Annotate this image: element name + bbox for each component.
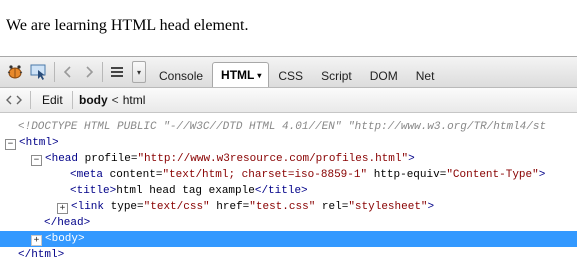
attr-value: "http://www.w3resource.com/profiles.html… (137, 153, 409, 165)
attr-value: "text/css" (143, 201, 210, 213)
attr-value: "test.css" (249, 201, 316, 213)
panel-tabs: Console HTML ▾ CSS Script DOM Net (150, 60, 443, 87)
tab-script[interactable]: Script (312, 65, 361, 87)
attr-name: type= (110, 201, 144, 213)
title-close-tag: </title> (254, 185, 308, 197)
head-open-tag: <head (45, 153, 79, 165)
chevron-down-icon[interactable]: ▾ (132, 61, 146, 83)
inspect-icon[interactable] (30, 63, 48, 81)
html-close-tag: </html> (18, 249, 65, 261)
tag-close: > (408, 153, 415, 165)
body-node[interactable]: + <body> (0, 231, 577, 247)
head-node[interactable]: − <head profile="http://www.w3resource.co… (31, 151, 415, 167)
html-node[interactable]: − <html> (5, 135, 59, 151)
title-open-tag: <title> (70, 185, 117, 197)
chevron-down-icon: ▾ (257, 71, 262, 80)
firebug-icon[interactable] (6, 63, 24, 81)
breadcrumb-item-body[interactable]: body (79, 93, 108, 107)
head-close-tag: </head> (44, 217, 91, 229)
title-node[interactable]: <title>html head tag example</title> (70, 183, 308, 199)
tab-console[interactable]: Console (150, 65, 212, 87)
breadcrumb-separator: < (111, 93, 119, 107)
link-tag: <link (71, 201, 105, 213)
tab-dom[interactable]: DOM (361, 65, 407, 87)
toolbar-separator (54, 62, 55, 82)
html-open-tag: <html> (19, 137, 59, 149)
collapse-toggle[interactable]: − (31, 155, 42, 166)
break-on-mutate-icon[interactable] (6, 93, 22, 107)
toolbar-separator (102, 62, 103, 82)
expand-toggle[interactable]: + (57, 203, 68, 214)
forward-icon[interactable] (80, 63, 98, 81)
tab-html-label: HTML (221, 68, 255, 82)
attr-name: href= (216, 201, 250, 213)
doctype-node: <!DOCTYPE HTML PUBLIC "-//W3C//DTD HTML … (18, 121, 547, 133)
menu-icon[interactable] (108, 63, 126, 81)
back-icon[interactable] (59, 63, 77, 81)
tag-close: > (427, 201, 435, 213)
head-close-node[interactable]: </head> (44, 215, 90, 231)
breadcrumb: body < html (79, 92, 145, 108)
html-subtoolbar: Edit body < html (0, 88, 577, 113)
meta-tag: <meta (70, 169, 104, 181)
tab-net[interactable]: Net (407, 65, 444, 87)
tag-close: > (538, 169, 546, 181)
tab-html[interactable]: HTML ▾ (212, 62, 270, 87)
attr-value: "Content-Type" (446, 169, 539, 181)
toolbar-separator (30, 91, 31, 109)
meta-node[interactable]: <meta content="text/html; charset=iso-88… (70, 167, 545, 183)
attr-name: http-equiv= (373, 169, 447, 181)
firebug-panel: ▾ Console HTML ▾ CSS Script DOM Net Edit … (0, 56, 577, 264)
attr-value: "text/html; charset=iso-8859-1" (162, 169, 368, 181)
attr-value: "stylesheet" (348, 201, 428, 213)
breadcrumb-item-html[interactable]: html (123, 93, 146, 107)
toolbar-separator (72, 91, 73, 109)
edit-button[interactable]: Edit (42, 92, 63, 108)
firebug-toolbar: ▾ Console HTML ▾ CSS Script DOM Net (0, 57, 577, 88)
attr-name: profile= (84, 153, 138, 165)
html-close-node[interactable]: </html> (18, 247, 64, 263)
link-node[interactable]: + <link type="text/css" href="test.css" r… (57, 199, 434, 215)
attr-name: content= (109, 169, 163, 181)
collapse-toggle[interactable]: − (5, 139, 16, 150)
html-tree: <!DOCTYPE HTML PUBLIC "-//W3C//DTD HTML … (0, 114, 577, 264)
attr-name: rel= (321, 201, 349, 213)
body-tag: <body> (45, 233, 85, 245)
page-body-text: We are learning HTML head element. (6, 17, 249, 34)
title-text: html head tag example (116, 185, 255, 197)
tab-css[interactable]: CSS (269, 65, 312, 87)
expand-toggle[interactable]: + (31, 235, 42, 246)
